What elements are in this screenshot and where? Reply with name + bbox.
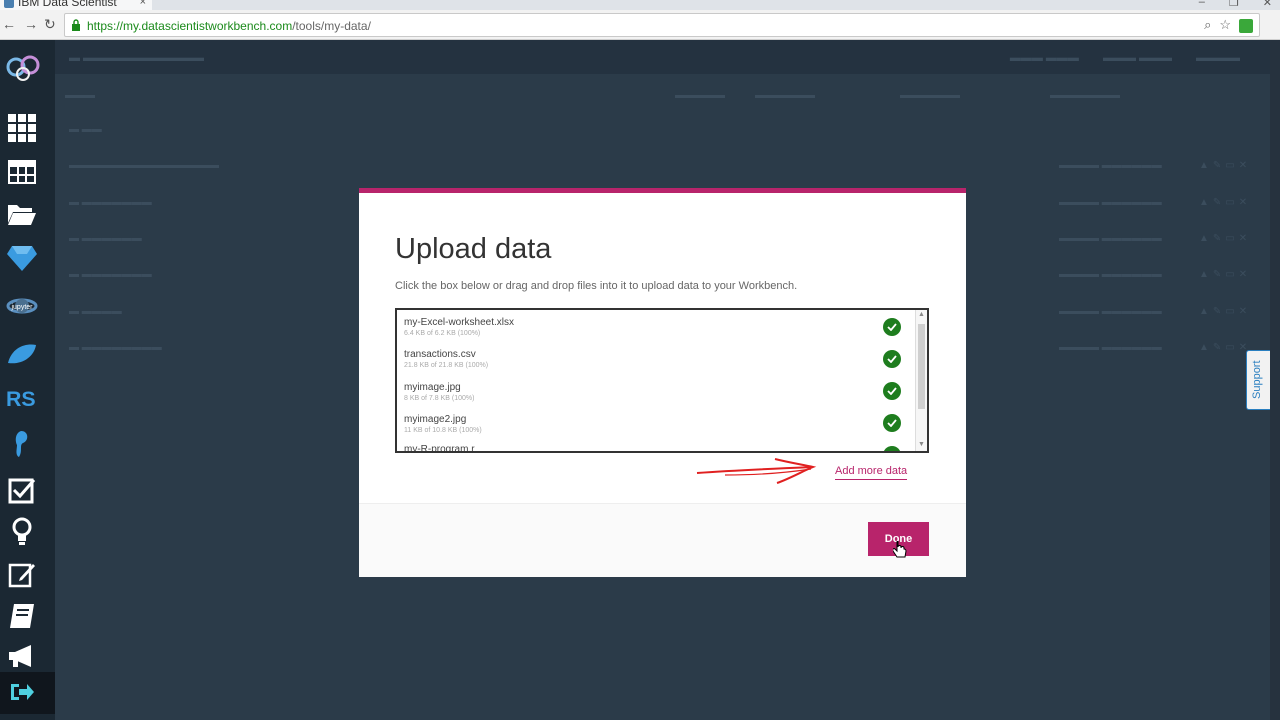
background-column-header: ▬▬▬▬▬ [675, 90, 725, 101]
left-sidebar: jupyter RS [0, 40, 55, 720]
file-progress: 6.4 KB of 6.2 KB (100%) [404, 330, 481, 337]
folder-open-icon[interactable] [6, 198, 38, 230]
lightbulb-icon[interactable] [6, 516, 38, 548]
background-column-header: ▬▬▬▬▬▬▬ [1050, 90, 1120, 101]
workbench-logo-icon[interactable] [4, 50, 42, 84]
checklist-icon[interactable] [6, 474, 38, 506]
modal-footer: Done [359, 503, 966, 577]
diamond-icon[interactable] [6, 242, 38, 274]
file-item: myimage.jpg 8 KB of 7.8 KB (100%) [404, 382, 884, 412]
minimize-icon[interactable]: – [1199, 0, 1205, 9]
background-column-header: ▬▬▬▬▬▬ [755, 90, 815, 101]
background-header: ▬ ▬▬▬▬▬▬▬▬▬▬▬ ▬▬▬ ▬▬▬ ▬▬▬ ▬▬▬ ▬▬▬▬ [55, 40, 1270, 74]
file-progress: 8 KB of 7.8 KB (100%) [404, 395, 475, 402]
sign-out-icon[interactable] [6, 676, 38, 708]
file-name: myimage.jpg [404, 382, 461, 393]
omnibox-icons: ⌕ ☆ [1204, 17, 1253, 33]
megaphone-icon[interactable] [6, 640, 38, 672]
browser-tab-strip: IBM Data Scientist × – ❐ ✕ [0, 0, 1280, 10]
file-item: transactions.csv 21.8 KB of 21.8 KB (100… [404, 349, 884, 379]
file-name: transactions.csv [404, 349, 476, 360]
scrollbar-thumb[interactable] [918, 324, 925, 409]
forward-icon[interactable]: → [24, 16, 38, 32]
background-column-header: ▬▬▬ [65, 90, 95, 101]
background-row: ▬▬▬▬▬▬▬▬▬▬▬▬▬▬▬ ▬▬▬▬ ▬▬▬▬▬▬ ▲✎▭✕ [69, 160, 1252, 171]
browser-tab[interactable]: IBM Data Scientist × [0, 0, 152, 10]
hand-cursor-icon [893, 541, 907, 558]
check-icon [883, 414, 901, 432]
window-controls: – ❐ ✕ [1199, 0, 1272, 9]
scroll-down-icon[interactable]: ▼ [918, 441, 925, 448]
edit-note-icon[interactable] [6, 558, 38, 590]
leaf-icon[interactable] [6, 338, 38, 370]
background-breadcrumb: ▬ ▬▬▬▬▬▬▬▬▬▬▬ [69, 52, 205, 64]
file-name: myimage2.jpg [404, 414, 467, 425]
page-scrollbar[interactable] [1270, 40, 1280, 720]
browser-toolbar: ← → ↻ https://my.datascientistworkbench.… [0, 10, 1280, 40]
file-drop-zone[interactable]: my-Excel-worksheet.xlsx 6.4 KB of 6.2 KB… [395, 308, 929, 453]
file-progress: 21.8 KB of 21.8 KB (100%) [404, 362, 489, 369]
jupyter-icon[interactable]: jupyter [6, 290, 38, 322]
background-row: ▬ ▬▬ [69, 124, 102, 135]
modal-description: Click the box below or drag and drop fil… [395, 280, 798, 292]
red-arrow-annotation [696, 458, 817, 484]
check-icon [883, 350, 901, 368]
add-more-data-link[interactable]: Add more data [835, 465, 908, 480]
file-progress: 11 KB of 10.8 KB (100%) [404, 427, 482, 434]
window-close-icon[interactable]: ✕ [1263, 0, 1272, 9]
tab-title: IBM Data Scientist [18, 0, 117, 9]
file-item: myimage2.jpg 11 KB of 10.8 KB (100%) [404, 414, 884, 444]
modal-title: Upload data [395, 233, 552, 265]
scroll-up-icon[interactable]: ▲ [918, 311, 925, 318]
url-host: https://my.datascientistworkbench.com [87, 19, 293, 33]
file-list-scrollbar[interactable]: ▲ ▼ [915, 310, 927, 451]
zoom-icon[interactable]: ⌕ [1204, 17, 1211, 33]
check-icon [883, 446, 901, 451]
dashboard-grid-icon[interactable] [6, 112, 38, 144]
support-label: Support [1251, 360, 1263, 399]
file-item: my-R-program.r [404, 444, 884, 453]
check-icon [883, 318, 901, 336]
rstudio-icon[interactable]: RS [6, 382, 38, 414]
table-icon[interactable] [6, 156, 38, 188]
url-path: /tools/my-data/ [292, 19, 371, 33]
favicon-icon [4, 0, 14, 8]
restore-icon[interactable]: ❐ [1229, 0, 1239, 9]
svg-text:RS: RS [6, 387, 36, 411]
background-actions: ▬▬▬ ▬▬▬ ▬▬▬ ▬▬▬ ▬▬▬▬ [1009, 52, 1240, 64]
back-icon[interactable]: ← [2, 16, 16, 32]
background-column-header: ▬▬▬▬▬▬ [900, 90, 960, 101]
seahorse-icon[interactable] [6, 428, 38, 460]
address-bar[interactable]: https://my.datascientistworkbench.com/to… [64, 13, 1260, 37]
book-icon[interactable] [6, 600, 38, 632]
svg-text:jupyter: jupyter [10, 304, 33, 311]
lock-icon [72, 19, 80, 31]
file-name: my-Excel-worksheet.xlsx [404, 317, 515, 328]
upload-data-modal: Upload data Click the box below or drag … [359, 188, 966, 577]
reload-icon[interactable]: ↻ [44, 16, 56, 33]
check-icon [883, 382, 901, 400]
support-tab[interactable]: Support [1246, 350, 1270, 410]
file-item: my-Excel-worksheet.xlsx 6.4 KB of 6.2 KB… [404, 317, 884, 347]
extension-icon[interactable] [1239, 19, 1253, 33]
url-text: https://my.datascientistworkbench.com/to… [87, 19, 371, 33]
tab-close-icon[interactable]: × [140, 0, 146, 10]
bookmark-star-icon[interactable]: ☆ [1219, 17, 1231, 33]
file-name: my-R-program.r [404, 444, 475, 453]
